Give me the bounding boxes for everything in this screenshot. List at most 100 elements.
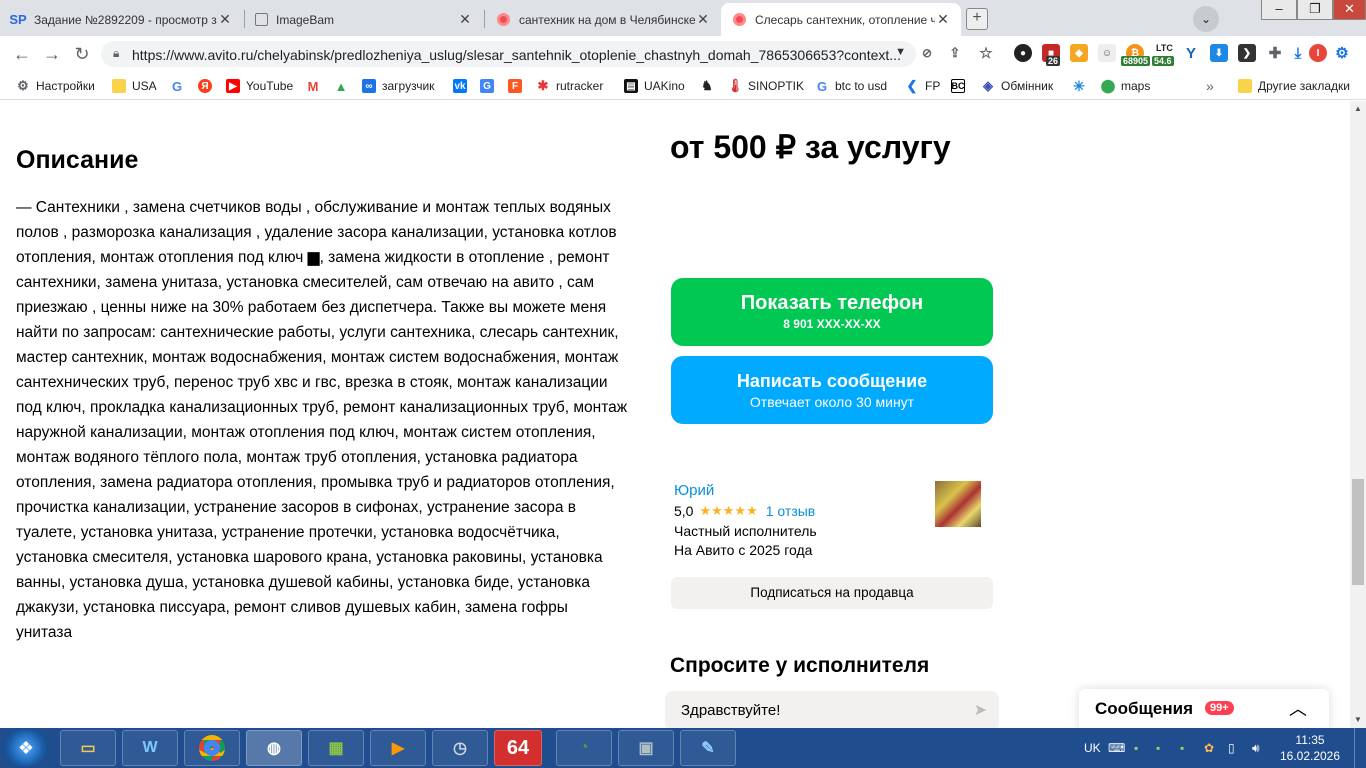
bookmark-horse[interactable]: ♞ [700, 78, 720, 94]
ask-seller-heading: Спросите у исполнителя [670, 654, 930, 677]
seller-avatar[interactable] [935, 481, 981, 527]
no-tracking-icon[interactable]: ⊘ [918, 44, 936, 62]
url-text[interactable]: https://www.avito.ru/chelyabinsk/predloz… [132, 47, 901, 63]
bookmark-bc[interactable]: BC [951, 78, 971, 94]
taskbar-clock-icon[interactable]: ◷ [432, 730, 488, 766]
bookmark-youtube[interactable]: ▶ YouTube [226, 78, 293, 94]
close-tab-icon[interactable]: ✕ [217, 11, 233, 28]
bookmark-gmail[interactable]: M [306, 78, 326, 94]
tray-monitor-icon[interactable]: ▪ [1180, 728, 1184, 768]
address-bar[interactable]: 🔒︎ https://www.avito.ru/chelyabinsk/pred… [101, 41, 916, 67]
extension-y-icon[interactable]: Y [1182, 44, 1200, 62]
page-scrollbar[interactable]: ▲ ▼ [1350, 101, 1366, 728]
bookmark-usa[interactable]: USA [112, 78, 157, 94]
bookmark-star-icon[interactable]: ☆ [977, 44, 995, 62]
show-desktop-button[interactable] [1354, 728, 1366, 768]
taskbar-explorer-folder-icon[interactable]: ▭ [60, 730, 116, 766]
forward-arrow-icon[interactable]: → [40, 42, 64, 66]
download-ext-icon[interactable]: ⬇ [1210, 44, 1228, 62]
bookmark-yandex[interactable]: Я [198, 78, 218, 94]
bookmarks-overflow-chevron-icon[interactable]: » [1206, 78, 1214, 94]
taskbar-monitor-icon[interactable]: ▣ [618, 730, 674, 766]
taskbar-app-icon[interactable]: ▦ [308, 730, 364, 766]
restore-button[interactable]: ❐ [1297, 0, 1333, 20]
tab-task[interactable]: SP Задание №2892209 - просмотр з ✕ [0, 3, 243, 36]
bookmark-exchanger[interactable]: ◈ Обмінник [981, 78, 1053, 94]
show-phone-button[interactable]: Показать телефон 8 901 XXX-XX-XX [671, 278, 993, 346]
send-arrow-icon[interactable]: ➤ [974, 700, 987, 720]
taskbar-aida64-icon[interactable]: 64 [494, 730, 542, 766]
taskbar-media-player-icon[interactable]: ▶ [370, 730, 426, 766]
volume-icon[interactable]: 🔊︎ [1252, 728, 1260, 768]
close-tab-icon[interactable]: ✕ [457, 11, 473, 28]
tab-avito-search[interactable]: сантехник на дом в Челябинске - ✕ [485, 3, 721, 36]
tab-search-chevron-down-icon[interactable]: ⌄ [1193, 6, 1219, 32]
ltc-label: LTC [1156, 43, 1173, 53]
extension-arrow-icon[interactable]: ❯ [1238, 44, 1256, 62]
subscribe-seller-button[interactable]: Подписаться на продавца [671, 577, 993, 609]
bookmark-translate[interactable]: G [480, 78, 500, 94]
close-window-button[interactable]: ✕ [1333, 0, 1366, 20]
bookmark-maps[interactable]: ⬤ maps [1101, 78, 1151, 94]
messages-widget[interactable]: Сообщения 99+ ︿ [1079, 689, 1329, 728]
bookmark-f[interactable]: F [508, 78, 528, 94]
close-tab-icon[interactable]: ✕ [935, 11, 951, 28]
taskbar-chrome-icon[interactable] [184, 730, 240, 766]
lock-icon[interactable]: 🔒︎ [113, 46, 119, 61]
bookmark-google[interactable]: G [170, 78, 190, 94]
extension-shield-icon[interactable]: ◆ [1070, 44, 1088, 62]
system-clock[interactable]: 11:35 16.02.2026 [1275, 732, 1345, 764]
close-tab-icon[interactable]: ✕ [695, 11, 711, 28]
tab-imagebam[interactable]: ImageBam ✕ [245, 3, 483, 36]
bookmark-vk[interactable]: vk [453, 78, 473, 94]
bookmark-downloader[interactable]: ∞ загрузчик [362, 78, 434, 94]
extensions-puzzle-icon[interactable]: ✚ [1266, 44, 1284, 62]
price-heading: от 500 ₽ за услугу [670, 129, 951, 165]
chevron-up-icon[interactable]: ︿ [1289, 695, 1307, 721]
tray-network-app-icon[interactable]: ▪ [1156, 728, 1160, 768]
omnibox-dropdown-icon[interactable]: ▼ [895, 46, 906, 58]
scroll-up-arrow-icon[interactable]: ▲ [1350, 101, 1366, 117]
write-message-button[interactable]: Написать сообщение Отвечает около 30 мин… [671, 356, 993, 424]
tray-app-icon[interactable]: ▪ [1134, 728, 1138, 768]
taskbar-globe-icon[interactable]: ◍ [246, 730, 302, 766]
reload-icon[interactable]: ↻ [70, 42, 94, 66]
google-icon: G [171, 78, 183, 94]
show-phone-label: Показать телефон [740, 292, 924, 314]
minimize-button[interactable]: – [1261, 0, 1297, 20]
tab-title: ImageBam [276, 12, 335, 27]
ask-message-input[interactable] [681, 702, 951, 719]
reviews-link[interactable]: 1 отзыв [766, 503, 816, 519]
bookmark-fp[interactable]: ❮ FP [905, 78, 941, 94]
extension-face-icon[interactable]: ☺ [1098, 44, 1116, 62]
tab-avito-active[interactable]: Слесарь сантехник, отопление ча ✕ [721, 3, 961, 36]
downloads-icon[interactable]: ⤓ [1289, 44, 1307, 62]
language-indicator[interactable]: UK [1084, 728, 1101, 768]
bookmark-sinoptik[interactable]: 🌡︎ SINOPTIK [726, 78, 804, 94]
bookmark-btc-to-usd[interactable]: Gbtc to usd [815, 78, 887, 94]
tray-app-icon[interactable]: ✿ [1204, 728, 1214, 768]
bookmark-rutracker[interactable]: ✱ rutracker [536, 78, 604, 94]
back-arrow-icon[interactable]: ← [10, 42, 34, 66]
menu-globe-icon[interactable]: ⚙ [1333, 44, 1351, 62]
new-tab-button[interactable]: + [966, 8, 988, 30]
keyboard-icon[interactable]: ⌨ [1108, 728, 1125, 768]
thermometer-icon: 🌡︎ [726, 78, 744, 93]
bookmark-other-folder[interactable]: Другие закладки [1238, 78, 1350, 94]
taskbar-chart-icon[interactable]: ◔ [556, 730, 612, 766]
share-icon[interactable]: ⇪ [946, 44, 964, 62]
taskbar-shield-w-icon[interactable]: W [122, 730, 178, 766]
network-icon[interactable]: ▯ [1228, 728, 1235, 768]
taskbar-notepad-icon[interactable]: ✎ [680, 730, 736, 766]
profile-avatar[interactable]: I [1309, 44, 1327, 62]
scrollbar-thumb[interactable] [1352, 479, 1364, 585]
bookmark-drive[interactable]: ▲ [334, 78, 354, 94]
bookmark-settings[interactable]: ⚙ Настройки [16, 78, 95, 94]
seller-name-link[interactable]: Юрий [674, 482, 714, 499]
bookmark-uakino[interactable]: ▤ UAKino [624, 78, 685, 94]
browser-tab-strip: SP Задание №2892209 - просмотр з ✕ Image… [0, 0, 1366, 36]
bookmark-star-site[interactable]: ✳ [1072, 78, 1092, 94]
start-button-windows-icon[interactable]: ❖ [4, 730, 48, 766]
scroll-down-arrow-icon[interactable]: ▼ [1350, 712, 1366, 728]
extension-circle-icon[interactable]: ● [1014, 44, 1032, 62]
